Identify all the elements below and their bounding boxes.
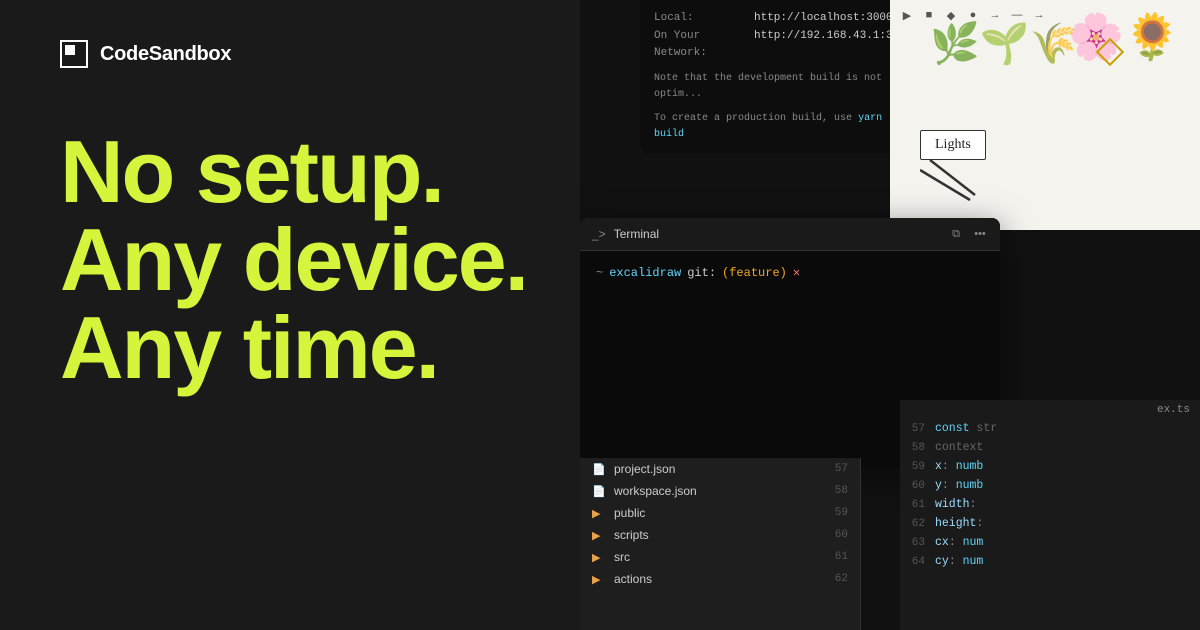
terminal-header: _> Terminal ⧉ ••• <box>580 218 1000 251</box>
terminal-top-output: Local: http://localhost:3000 On Your Net… <box>640 0 910 153</box>
folder-name-src: src <box>614 550 630 564</box>
code-line-62: 62 height: <box>900 515 1200 534</box>
local-url-line: Local: http://localhost:3000 <box>654 10 896 28</box>
network-url-line: On Your Network: http://192.168.43.1:300… <box>654 28 896 63</box>
line-number-60: 60 <box>835 529 848 541</box>
network-label: On Your Network: <box>654 28 744 63</box>
line-number-58: 58 <box>835 485 848 497</box>
terminal-prompt-icon: _> <box>592 227 606 241</box>
note-line2: To create a production build, use yarn b… <box>654 111 896 143</box>
code-content-59: x: numb <box>935 458 983 477</box>
prompt-dir: excalidraw <box>609 266 681 280</box>
network-url: http://192.168.43.1:3000 <box>754 28 912 63</box>
panel-divider-vertical <box>860 458 861 630</box>
line-num-63: 63 <box>900 537 935 549</box>
arrow-lines <box>920 160 980 210</box>
code-content-61: width: <box>935 496 976 515</box>
file-name-workspace-json: workspace.json <box>614 484 697 498</box>
headline-line2: Any device. <box>60 216 560 304</box>
line-number-62: 62 <box>835 573 848 585</box>
logo-icon <box>60 40 88 68</box>
line-number-61: 61 <box>835 551 848 563</box>
folder-icon-src: ▶ <box>592 551 606 564</box>
code-line-59: 59 x: numb <box>900 458 1200 477</box>
terminal-body: ~ excalidraw git: (feature) ✕ <box>580 251 1000 294</box>
code-line-61: 61 width: <box>900 496 1200 515</box>
code-line-60: 60 y: numb <box>900 477 1200 496</box>
terminal-title-text: Terminal <box>614 227 659 241</box>
code-content-64: cy: num <box>935 553 983 572</box>
file-item-public[interactable]: ▶ public 59 <box>580 502 860 524</box>
logo-area: CodeSandbox <box>60 40 560 68</box>
folder-icon-actions: ▶ <box>592 573 606 586</box>
headline-line1: No setup. <box>60 128 560 216</box>
prompt-close-icon[interactable]: ✕ <box>793 265 800 280</box>
local-label: Local: <box>654 10 744 28</box>
lights-label: Lights <box>920 130 986 160</box>
terminal-more-icon[interactable]: ••• <box>972 226 988 242</box>
code-line-58: 58 context <box>900 439 1200 458</box>
logo-text: CodeSandbox <box>100 43 231 66</box>
terminal-prompt-line: ~ excalidraw git: (feature) ✕ <box>596 265 984 280</box>
file-tree: 📄 project.json 57 📄 workspace.json 58 ▶ … <box>580 458 860 630</box>
code-line-57: 57 const str <box>900 420 1200 439</box>
file-item-src[interactable]: ▶ src 61 <box>580 546 860 568</box>
file-item-project-json[interactable]: 📄 project.json 57 <box>580 458 860 480</box>
file-doc-icon2: 📄 <box>592 485 606 498</box>
folder-name-scripts: scripts <box>614 528 649 542</box>
file-item-workspace-json[interactable]: 📄 workspace.json 58 <box>580 480 860 502</box>
prompt-tilde: ~ <box>596 266 603 280</box>
headline: No setup. Any device. Any time. <box>60 128 560 392</box>
note-text2: To create a production build, use <box>654 113 852 124</box>
folder-name-public: public <box>614 506 645 520</box>
line-num-62: 62 <box>900 518 935 530</box>
code-content-58: context <box>935 439 983 458</box>
code-content-57: const str <box>935 420 997 439</box>
prompt-branch: (feature) <box>722 266 787 280</box>
file-doc-icon: 📄 <box>592 463 606 476</box>
line-number-57: 57 <box>835 463 848 475</box>
file-item-actions[interactable]: ▶ actions 62 <box>580 568 860 590</box>
folder-icon-public: ▶ <box>592 507 606 520</box>
note-text: Note that the development build is not o… <box>654 73 882 100</box>
line-number-59: 59 <box>835 507 848 519</box>
code-line-63: 63 cx: num <box>900 534 1200 553</box>
line-num-61: 61 <box>900 499 935 511</box>
line-num-58: 58 <box>900 442 935 454</box>
code-editor: ex.ts 57 const str 58 context 59 x: numb… <box>900 400 1200 630</box>
code-filename: ex.ts <box>1147 400 1200 420</box>
terminal-expand-icon[interactable]: ⧉ <box>948 226 964 242</box>
file-item-scripts[interactable]: ▶ scripts 60 <box>580 524 860 546</box>
line-num-60: 60 <box>900 480 935 492</box>
line-num-64: 64 <box>900 556 935 568</box>
line-num-57: 57 <box>900 423 935 435</box>
terminal-actions: ⧉ ••• <box>948 226 988 242</box>
code-lines: 57 const str 58 context 59 x: numb 60 y:… <box>900 400 1200 572</box>
file-name-project-json: project.json <box>614 462 675 476</box>
prompt-git-label: git: <box>687 266 716 280</box>
local-url: http://localhost:3000 <box>754 10 893 28</box>
hero-section: CodeSandbox No setup. Any device. Any ti… <box>0 0 620 630</box>
folder-icon-scripts: ▶ <box>592 529 606 542</box>
line-num-59: 59 <box>900 461 935 473</box>
drawing-area: ▶ ■ ◆ ● → — → Lights <box>890 0 1200 230</box>
code-content-60: y: numb <box>935 477 983 496</box>
code-content-62: height: <box>935 515 983 534</box>
terminal-title-area: _> Terminal <box>592 227 659 241</box>
right-panel: Local: http://localhost:3000 On Your Net… <box>580 0 1200 630</box>
code-line-64: 64 cy: num <box>900 553 1200 572</box>
note-line: Note that the development build is not o… <box>654 71 896 103</box>
folder-name-actions: actions <box>614 572 652 586</box>
code-content-63: cx: num <box>935 534 983 553</box>
headline-line3: Any time. <box>60 304 560 392</box>
